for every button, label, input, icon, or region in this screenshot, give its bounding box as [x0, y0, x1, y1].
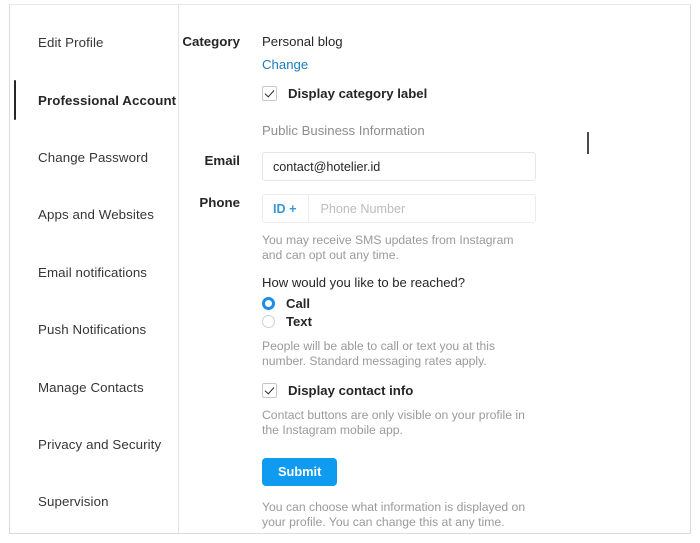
phone-field-wrap: ID + Phone Number You may receive SMS up…	[262, 194, 690, 533]
email-label: Email	[204, 153, 240, 168]
phone-helper-text: You may receive SMS updates from Instagr…	[262, 233, 514, 262]
sidebar-item-label: Edit Profile	[38, 35, 104, 51]
sidebar-item-label: Privacy and Security	[38, 436, 162, 452]
submit-helper-text: You can choose what information is displ…	[262, 500, 526, 529]
display-contact-helper-text: Contact buttons are only visible on your…	[262, 408, 525, 437]
sidebar-item-label: Change Password	[38, 149, 149, 165]
reach-option-text-label: Text	[286, 314, 312, 329]
reach-helper-text: People will be able to call or text you …	[262, 339, 496, 368]
reach-option-text-radio[interactable]	[262, 315, 275, 328]
reach-option-call-radio[interactable]	[262, 297, 275, 310]
sidebar-item-apps-and-websites[interactable]: Apps and Websites	[10, 186, 178, 243]
display-contact-info-row[interactable]: Display contact info	[262, 383, 666, 398]
settings-sidebar: Edit Profile Professional Account Change…	[10, 5, 179, 533]
sidebar-item-label: Supervision	[38, 494, 109, 510]
sidebar-item-login-activity[interactable]: Login Activity	[10, 531, 178, 533]
reach-question: How would you like to be reached?	[262, 275, 466, 290]
settings-panel: Edit Profile Professional Account Change…	[9, 4, 691, 534]
sidebar-item-email-notifications[interactable]: Email notifications	[10, 244, 178, 301]
professional-account-form: Category Personal blog Change Display ca…	[179, 5, 690, 533]
sidebar-item-push-notifications[interactable]: Push Notifications	[10, 301, 178, 358]
category-value: Personal blog	[262, 34, 343, 49]
settings-page: Edit Profile Professional Account Change…	[0, 0, 700, 543]
sidebar-item-change-password[interactable]: Change Password	[10, 129, 178, 186]
email-field-wrap: contact@hotelier.id	[262, 152, 690, 181]
category-row: Category Personal blog Change Display ca…	[179, 33, 690, 138]
email-row: Email contact@hotelier.id	[179, 152, 690, 181]
sidebar-item-professional-account[interactable]: Professional Account	[10, 71, 178, 128]
reach-option-call-label: Call	[286, 296, 311, 311]
sidebar-item-label: Manage Contacts	[38, 379, 144, 395]
display-category-label-text: Display category label	[288, 86, 428, 101]
sidebar-item-label: Push Notifications	[38, 322, 147, 338]
phone-label: Phone	[199, 195, 240, 210]
sidebar-item-label: Email notifications	[38, 264, 148, 280]
display-contact-info-checkbox[interactable]	[262, 383, 277, 398]
category-field: Personal blog Change Display category la…	[262, 33, 690, 138]
sidebar-item-label: Professional Account	[38, 92, 177, 108]
reach-option-text[interactable]: Text	[262, 314, 666, 329]
sidebar-item-supervision[interactable]: Supervision	[10, 473, 178, 530]
sidebar-item-manage-contacts[interactable]: Manage Contacts	[10, 358, 178, 415]
sidebar-item-edit-profile[interactable]: Edit Profile	[10, 14, 178, 71]
change-category-link[interactable]: Change	[262, 56, 308, 74]
phone-country-code[interactable]: ID +	[263, 195, 310, 222]
display-category-label-checkbox[interactable]	[262, 86, 277, 101]
public-business-information-heading: Public Business Information	[262, 123, 425, 138]
sidebar-item-privacy-and-security[interactable]: Privacy and Security	[10, 416, 178, 473]
active-indicator	[14, 80, 16, 121]
reach-option-call[interactable]: Call	[262, 296, 666, 311]
email-input[interactable]: contact@hotelier.id	[262, 152, 536, 181]
sidebar-item-label: Apps and Websites	[38, 207, 155, 223]
phone-row: Phone ID + Phone Number You may receive …	[179, 194, 690, 533]
phone-number-placeholder[interactable]: Phone Number	[309, 195, 535, 222]
text-cursor-artifact	[587, 132, 589, 154]
category-label: Category	[182, 34, 240, 49]
submit-button[interactable]: Submit	[262, 458, 338, 486]
display-category-label-row[interactable]: Display category label	[262, 86, 666, 101]
display-contact-info-text: Display contact info	[288, 383, 414, 398]
email-input-value: contact@hotelier.id	[273, 159, 381, 174]
phone-input[interactable]: ID + Phone Number	[262, 194, 536, 223]
